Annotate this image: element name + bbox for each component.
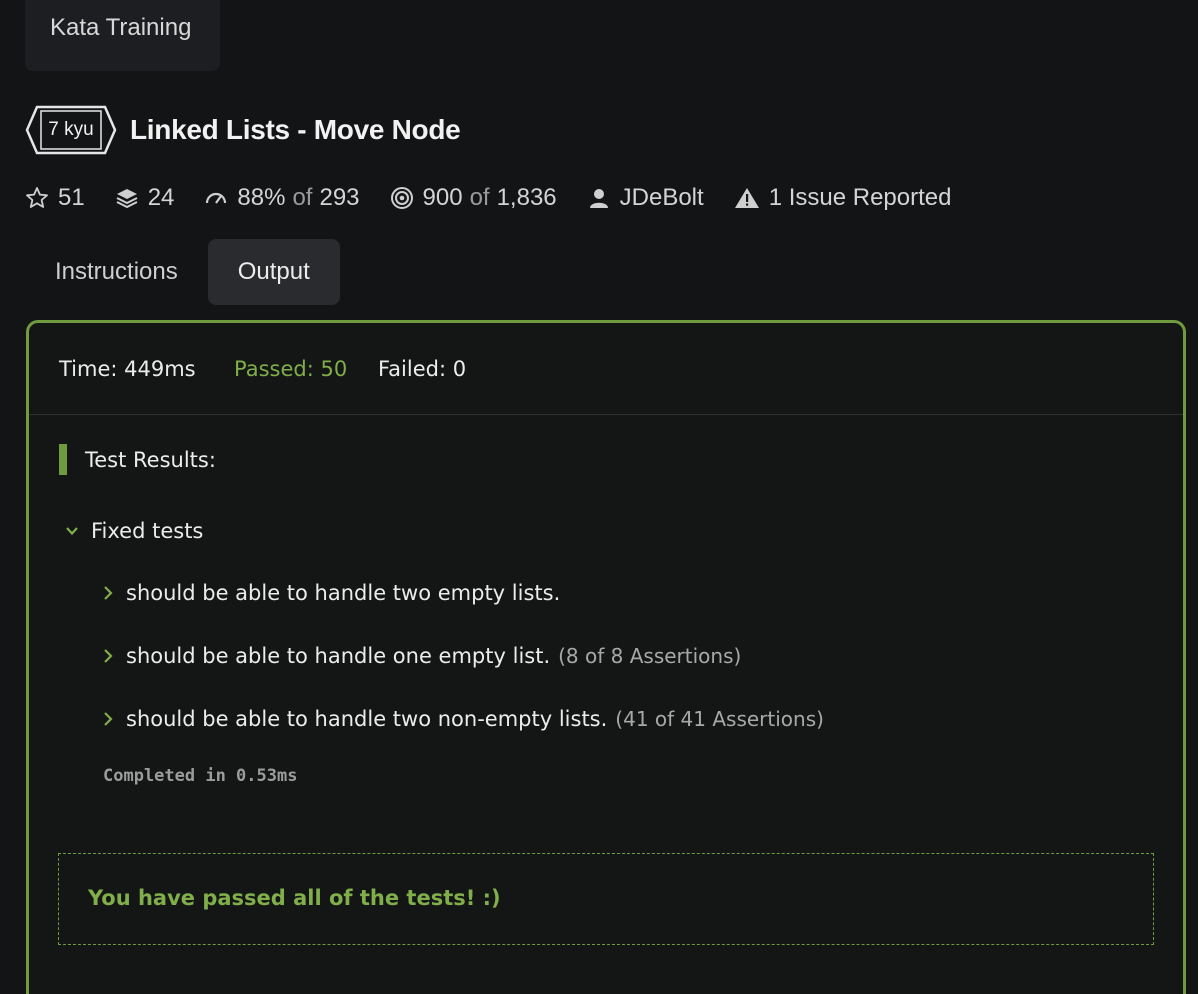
test-label: should be able to handle two empty lists…: [126, 581, 561, 605]
output-panel: Time: 449ms Passed: 50 Failed: 0 Test Re…: [26, 320, 1186, 994]
test-label: should be able to handle two non-empty l…: [126, 707, 608, 731]
satisfaction-of: of: [292, 184, 313, 211]
kata-stats: 51 24 88% of 293 900 of 1,836 JDeBolt 1 …: [25, 180, 981, 216]
layers-icon: [116, 189, 138, 209]
collections-count: 24: [147, 184, 175, 211]
collections-stat[interactable]: 24: [115, 184, 175, 212]
warning-icon: [734, 188, 759, 208]
kata-title: Linked Lists - Move Node: [130, 114, 461, 145]
fixed-tests-label: Fixed tests: [91, 519, 204, 543]
time-stat: Time: 449ms: [59, 357, 196, 381]
test-item[interactable]: should be able to handle two non-empty l…: [103, 704, 824, 734]
satisfaction-votes: 293: [319, 184, 360, 211]
author-stat[interactable]: JDeBolt: [587, 184, 704, 212]
test-item[interactable]: should be able to handle one empty list.…: [103, 641, 741, 671]
stars-count: 51: [58, 184, 85, 211]
heading-accent-bar: [59, 444, 67, 475]
failed-stat: Failed: 0: [378, 357, 467, 381]
test-results-label: Test Results:: [85, 447, 216, 472]
test-item[interactable]: should be able to handle two empty lists…: [103, 578, 568, 608]
tab-output[interactable]: Output: [207, 239, 340, 305]
test-label: should be able to handle one empty list.: [126, 644, 551, 668]
chevron-down-icon: [66, 527, 78, 536]
kata-training-label: Kata Training: [50, 14, 192, 41]
chevron-right-icon: [104, 586, 113, 600]
kata-title-row: 7 kyu Linked Lists - Move Node: [25, 105, 461, 155]
completed-time: Completed in 0.53ms: [103, 766, 298, 786]
user-icon: [589, 189, 608, 208]
target-icon: [390, 187, 413, 209]
passed-message: You have passed all of the tests! :): [88, 886, 501, 910]
passed-message-box: You have passed all of the tests! :): [58, 853, 1154, 945]
stars-stat[interactable]: 51: [25, 184, 85, 212]
gauge-icon: [206, 192, 227, 204]
issues-stat[interactable]: 1 Issue Reported: [734, 184, 952, 212]
kata-tabs: Instructions Output: [25, 239, 340, 305]
completed-count: 900: [422, 184, 463, 211]
rank-badge: 7 kyu: [25, 105, 117, 155]
test-results-heading: Test Results:: [59, 444, 216, 475]
passed-stat: Passed: 50: [234, 357, 348, 381]
author-name: JDeBolt: [619, 184, 704, 211]
attempted-count: 1,836: [496, 184, 557, 211]
tab-instructions[interactable]: Instructions: [25, 239, 208, 305]
chevron-right-icon: [104, 712, 113, 726]
completions-of: of: [469, 184, 490, 211]
satisfaction-stat[interactable]: 88% of 293: [204, 184, 360, 212]
kata-training-page: Kata Training 7 kyu Linked Lists - Move …: [0, 0, 1198, 994]
test-summary: Time: 449ms Passed: 50 Failed: 0: [29, 323, 1183, 415]
completions-stat[interactable]: 900 of 1,836: [390, 184, 557, 212]
chevron-right-icon: [104, 649, 113, 663]
star-icon: [26, 187, 48, 208]
test-assertions: (8 of 8 Assertions): [558, 644, 742, 668]
fixed-tests-group[interactable]: Fixed tests: [65, 516, 203, 546]
satisfaction-percent: 88%: [237, 184, 286, 211]
rank-label: 7 kyu: [48, 119, 94, 140]
issues-label: 1 Issue Reported: [768, 184, 952, 211]
test-assertions: (41 of 41 Assertions): [615, 707, 824, 731]
kata-training-tab[interactable]: Kata Training: [25, 0, 220, 71]
